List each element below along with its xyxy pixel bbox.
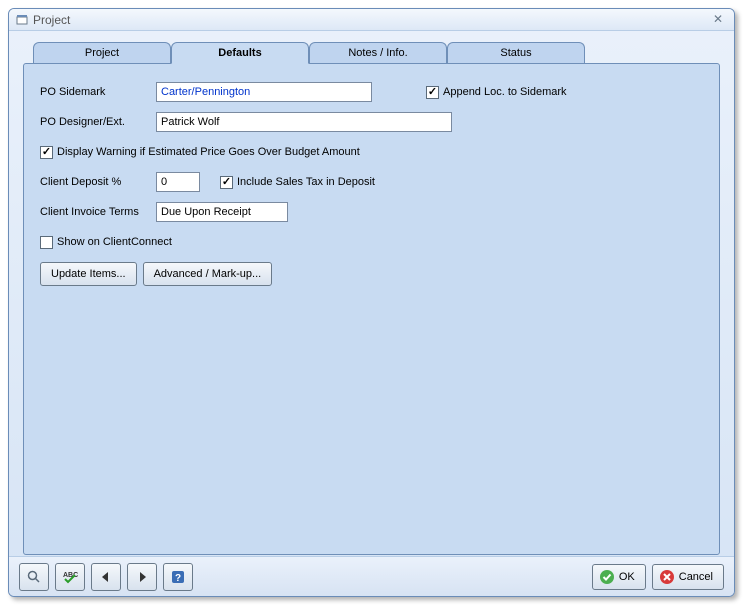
project-dialog: Project ✕ Project Defaults Notes / Info.… [8,8,735,597]
titlebar: Project ✕ [9,9,734,31]
client-invoice-terms-input[interactable] [156,202,288,222]
cancel-label: Cancel [679,571,713,583]
update-items-button[interactable]: Update Items... [40,262,137,286]
show-clientconnect-label: Show on ClientConnect [57,236,172,248]
display-warning-checkbox[interactable]: ✓ Display Warning if Estimated Price Goe… [40,146,360,159]
tab-status[interactable]: Status [447,42,585,64]
advanced-markup-button[interactable]: Advanced / Mark-up... [143,262,273,286]
defaults-panel: PO Sidemark ✓ Append Loc. to Sidemark PO… [23,63,720,555]
dialog-footer: ABC ? OK Cancel [9,556,734,596]
help-button[interactable]: ? [163,563,193,591]
help-icon: ? [170,569,186,585]
svg-text:?: ? [175,573,181,584]
display-warning-label: Display Warning if Estimated Price Goes … [57,146,360,158]
close-icon[interactable]: ✕ [708,12,728,28]
tab-project[interactable]: Project [33,42,171,64]
client-deposit-label: Client Deposit % [40,176,156,188]
po-sidemark-label: PO Sidemark [40,86,156,98]
include-sales-tax-checkbox[interactable]: ✓ Include Sales Tax in Deposit [220,176,375,189]
append-loc-checkbox[interactable]: ✓ Append Loc. to Sidemark [426,86,567,99]
checkbox-icon: ✓ [220,176,233,189]
svg-text:ABC: ABC [63,572,78,579]
checkbox-icon: ✓ [426,86,439,99]
tab-notes-info[interactable]: Notes / Info. [309,42,447,64]
magnifier-icon [26,569,42,585]
cancel-x-icon [659,569,675,585]
prev-button[interactable] [91,563,121,591]
app-icon [15,13,29,27]
tabstrip: Project Defaults Notes / Info. Status [33,41,720,63]
spellcheck-icon: ABC [62,569,78,585]
po-designer-input[interactable] [156,112,452,132]
checkbox-icon [40,236,53,249]
ok-button[interactable]: OK [592,564,646,590]
append-loc-label: Append Loc. to Sidemark [443,86,567,98]
tab-defaults[interactable]: Defaults [171,42,309,64]
po-sidemark-input[interactable] [156,82,372,102]
window-title: Project [33,13,70,27]
next-button[interactable] [127,563,157,591]
ok-label: OK [619,571,635,583]
client-deposit-input[interactable] [156,172,200,192]
triangle-right-icon [136,571,148,583]
show-clientconnect-checkbox[interactable]: Show on ClientConnect [40,236,172,249]
checkbox-icon: ✓ [40,146,53,159]
cancel-button[interactable]: Cancel [652,564,724,590]
include-sales-tax-label: Include Sales Tax in Deposit [237,176,375,188]
triangle-left-icon [100,571,112,583]
po-designer-label: PO Designer/Ext. [40,116,156,128]
search-button[interactable] [19,563,49,591]
client-invoice-terms-label: Client Invoice Terms [40,206,156,218]
spellcheck-button[interactable]: ABC [55,563,85,591]
ok-check-icon [599,569,615,585]
